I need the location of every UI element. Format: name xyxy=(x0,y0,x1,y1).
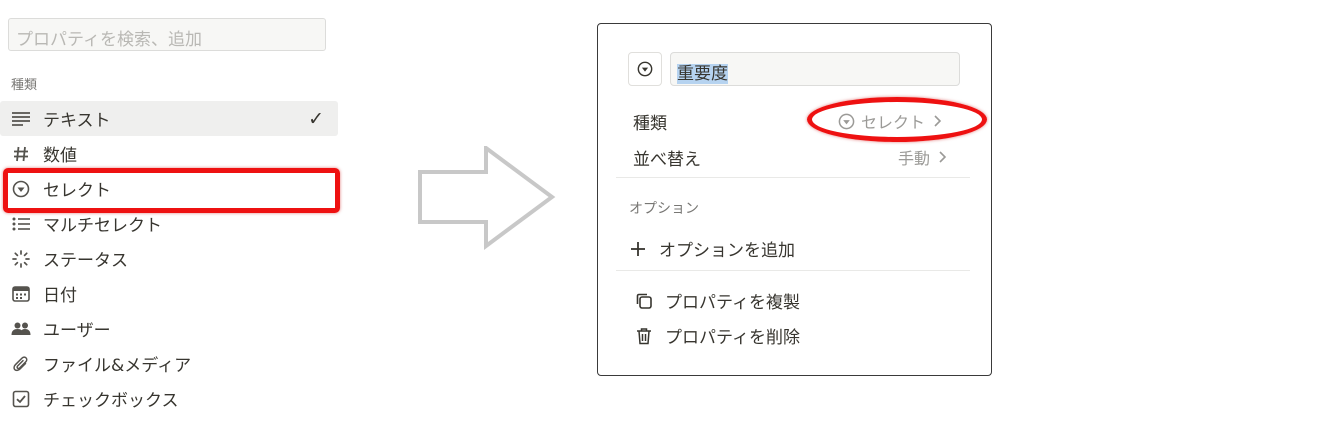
sort-row-label: 並べ替え xyxy=(633,150,701,170)
property-icon-button[interactable] xyxy=(628,52,662,86)
right-arrow-icon xyxy=(418,146,556,250)
type-item-label: 数値 xyxy=(43,146,77,166)
trash-icon xyxy=(633,327,655,345)
type-item-checkbox[interactable]: チェックボックス xyxy=(0,381,338,416)
duplicate-property-button[interactable]: プロパティを複製 xyxy=(633,288,800,313)
plus-icon xyxy=(627,241,649,257)
duplicate-property-label: プロパティを複製 xyxy=(665,293,800,313)
sort-value-button[interactable]: 手動 xyxy=(898,145,948,169)
chevron-right-icon xyxy=(939,151,947,163)
property-type-menu: プロパティを検索、追加 種類 テキスト ✓ 数値 セレクト マルチセレクト ステ… xyxy=(0,0,345,423)
add-option-button[interactable]: オプションを追加 xyxy=(627,236,795,261)
text-lines-icon xyxy=(10,108,32,130)
type-item-label: マルチセレクト xyxy=(43,216,162,236)
type-item-label: ユーザー xyxy=(43,321,111,341)
bulleted-list-icon xyxy=(10,213,32,235)
divider xyxy=(616,177,970,178)
users-icon xyxy=(10,318,32,340)
type-item-label: ステータス xyxy=(43,251,128,271)
type-item-label: テキスト xyxy=(43,111,111,131)
paperclip-icon xyxy=(10,353,32,375)
type-item-date[interactable]: 日付 xyxy=(0,276,338,311)
property-name-input[interactable]: 重要度 xyxy=(670,52,960,86)
delete-property-button[interactable]: プロパティを削除 xyxy=(633,323,800,348)
selected-check-icon: ✓ xyxy=(308,108,324,130)
calendar-icon xyxy=(10,283,32,305)
checkbox-icon xyxy=(10,388,32,410)
type-row-label: 種類 xyxy=(633,114,667,134)
hash-icon xyxy=(10,143,32,165)
type-item-label: ファイル&メディア xyxy=(43,356,192,376)
type-item-number[interactable]: 数値 xyxy=(0,136,338,171)
type-section-label: 種類 xyxy=(11,78,38,93)
sort-value-text: 手動 xyxy=(898,149,931,168)
type-item-files-media[interactable]: ファイル&メディア xyxy=(0,346,338,381)
select-circle-icon xyxy=(637,61,653,77)
highlight-rectangle xyxy=(3,168,340,213)
type-item-status[interactable]: ステータス xyxy=(0,241,338,276)
type-item-text[interactable]: テキスト ✓ xyxy=(0,101,338,136)
status-spinner-icon xyxy=(10,248,32,270)
highlight-ellipse xyxy=(807,97,987,142)
type-item-label: 日付 xyxy=(43,286,77,306)
property-edit-panel: 重要度 種類 セレクト 並べ替え 手動 オプション オプションを追加 プロパティ… xyxy=(597,23,992,376)
type-item-label: チェックボックス xyxy=(43,391,179,411)
divider xyxy=(616,270,970,271)
property-name-text: 重要度 xyxy=(677,64,728,84)
property-search-input[interactable]: プロパティを検索、追加 xyxy=(8,18,326,51)
type-item-user[interactable]: ユーザー xyxy=(0,311,338,346)
duplicate-icon xyxy=(633,292,655,310)
options-section-label: オプション xyxy=(629,201,699,217)
add-option-label: オプションを追加 xyxy=(659,241,795,261)
delete-property-label: プロパティを削除 xyxy=(665,328,800,348)
